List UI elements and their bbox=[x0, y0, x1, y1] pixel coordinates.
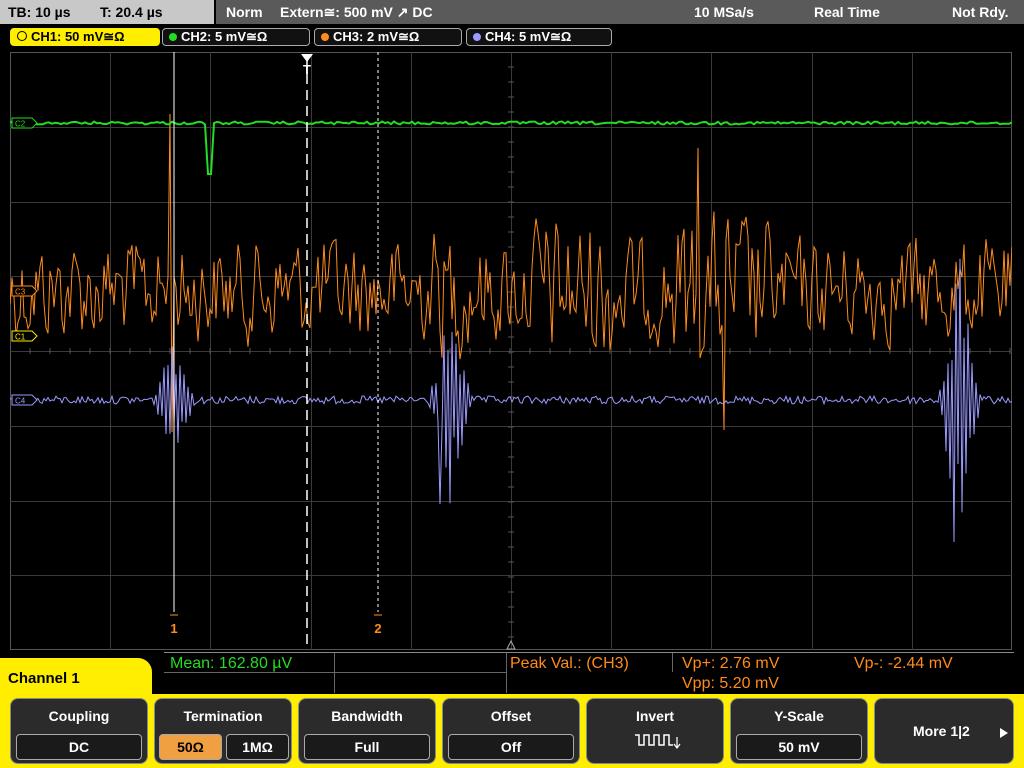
tab-ch3-label: CH3: 2 mV≅Ω bbox=[333, 29, 420, 44]
trigger-source: Extern≅: 500 mV ↗ DC bbox=[280, 4, 433, 20]
measurement-panel: Mean: 162.80 µV Peak Val.: (CH3) Vp+: 2.… bbox=[164, 652, 1014, 693]
tab-ch1-label: CH1: 50 mV≅Ω bbox=[31, 29, 125, 44]
trigger-panel[interactable]: Norm Extern≅: 500 mV ↗ DC 10 MSa/s Real … bbox=[216, 0, 1024, 24]
menu-title: Channel 1 bbox=[0, 658, 152, 698]
invert-softkey[interactable]: Invert bbox=[586, 698, 724, 764]
trigger-time-readout: T: 20.4 µs bbox=[100, 4, 163, 20]
peak-value-label: Peak Val.: (CH3) bbox=[510, 655, 629, 672]
termination-softkey[interactable]: Termination 50Ω 1MΩ bbox=[154, 698, 292, 764]
trigger-mode: Norm bbox=[226, 4, 263, 20]
coupling-value-button[interactable]: DC bbox=[16, 734, 142, 760]
timebase-panel[interactable]: TB: 10 µs T: 20.4 µs bbox=[0, 0, 214, 24]
c1-marker[interactable]: C1 bbox=[11, 330, 38, 342]
c3-marker-label: C3 bbox=[15, 288, 26, 297]
waveform-display[interactable]: T 1 2 C2 C3 C1 C4 bbox=[9, 51, 1013, 650]
c4-marker-label: C4 bbox=[15, 397, 26, 406]
termination-50ohm-button[interactable]: 50Ω bbox=[159, 734, 222, 760]
bandwidth-title: Bandwidth bbox=[331, 708, 403, 724]
ch2-indicator-icon bbox=[169, 33, 177, 41]
menu-title-text: Channel 1 bbox=[8, 670, 80, 687]
c3-marker[interactable]: C3 bbox=[11, 285, 38, 297]
tab-ch3[interactable]: CH3: 2 mV≅Ω bbox=[314, 28, 462, 46]
invert-waveform-icon bbox=[635, 734, 681, 749]
mean-readout: Mean: 162.80 µV bbox=[170, 655, 293, 672]
more-softkey[interactable]: More 1|2 bbox=[874, 698, 1014, 764]
cursor-2-label: 2 bbox=[374, 621, 381, 636]
vp-plus-readout: Vp+: 2.76 mV bbox=[682, 655, 780, 672]
cursor-1-label: 1 bbox=[170, 621, 177, 636]
termination-1mohm-button[interactable]: 1MΩ bbox=[226, 734, 289, 760]
trigger-label: T bbox=[303, 62, 311, 77]
meas-divider bbox=[334, 653, 335, 693]
meas-divider bbox=[672, 653, 673, 672]
ch4-indicator-icon bbox=[473, 33, 481, 41]
c2-marker[interactable]: C2 bbox=[11, 117, 38, 129]
acquisition-mode: Real Time bbox=[814, 4, 880, 20]
yscale-value-button[interactable]: 50 mV bbox=[736, 734, 862, 760]
waveform-svg: T 1 2 C2 C3 C1 C4 bbox=[9, 51, 1013, 650]
offset-title: Offset bbox=[490, 708, 532, 724]
tab-ch2-label: CH2: 5 mV≅Ω bbox=[181, 29, 268, 44]
softkey-bar: Coupling DC Termination 50Ω 1MΩ Bandwidt… bbox=[0, 694, 1024, 768]
tab-ch4[interactable]: CH4: 5 mV≅Ω bbox=[466, 28, 612, 46]
vpp-readout: Vpp: 5.20 mV bbox=[682, 675, 779, 692]
c1-marker-label: C1 bbox=[15, 333, 26, 342]
trigger-status: Not Rdy. bbox=[952, 4, 1009, 20]
ch3-indicator-icon bbox=[321, 33, 329, 41]
bandwidth-softkey[interactable]: Bandwidth Full bbox=[298, 698, 436, 764]
offset-softkey[interactable]: Offset Off bbox=[442, 698, 580, 764]
more-label: More 1|2 bbox=[913, 723, 970, 739]
status-bar: TB: 10 µs T: 20.4 µs Norm Extern≅: 500 m… bbox=[0, 0, 1024, 24]
tab-ch4-label: CH4: 5 mV≅Ω bbox=[485, 29, 572, 44]
invert-title: Invert bbox=[635, 708, 675, 724]
meas-divider bbox=[506, 653, 507, 693]
sample-rate: 10 MSa/s bbox=[694, 4, 754, 20]
tab-ch1[interactable]: CH1: 50 mV≅Ω bbox=[10, 28, 160, 46]
yscale-softkey[interactable]: Y-Scale 50 mV bbox=[730, 698, 868, 764]
coupling-softkey[interactable]: Coupling DC bbox=[10, 698, 148, 764]
coupling-title: Coupling bbox=[48, 708, 110, 724]
channel-tabs: CH1: 50 mV≅Ω CH2: 5 mV≅Ω CH3: 2 mV≅Ω CH4… bbox=[0, 26, 1024, 48]
next-page-arrow-icon bbox=[1000, 728, 1008, 738]
c4-marker[interactable]: C4 bbox=[11, 394, 38, 406]
c2-marker-label: C2 bbox=[15, 120, 26, 129]
offset-value-button[interactable]: Off bbox=[448, 734, 574, 760]
ch1-indicator-icon bbox=[17, 31, 27, 41]
timebase-readout: TB: 10 µs bbox=[8, 4, 71, 20]
bandwidth-value-button[interactable]: Full bbox=[304, 734, 430, 760]
tab-ch2[interactable]: CH2: 5 mV≅Ω bbox=[162, 28, 310, 46]
yscale-title: Y-Scale bbox=[774, 708, 824, 724]
vp-minus-readout: Vp-: -2.44 mV bbox=[854, 655, 953, 672]
termination-title: Termination bbox=[183, 708, 263, 724]
